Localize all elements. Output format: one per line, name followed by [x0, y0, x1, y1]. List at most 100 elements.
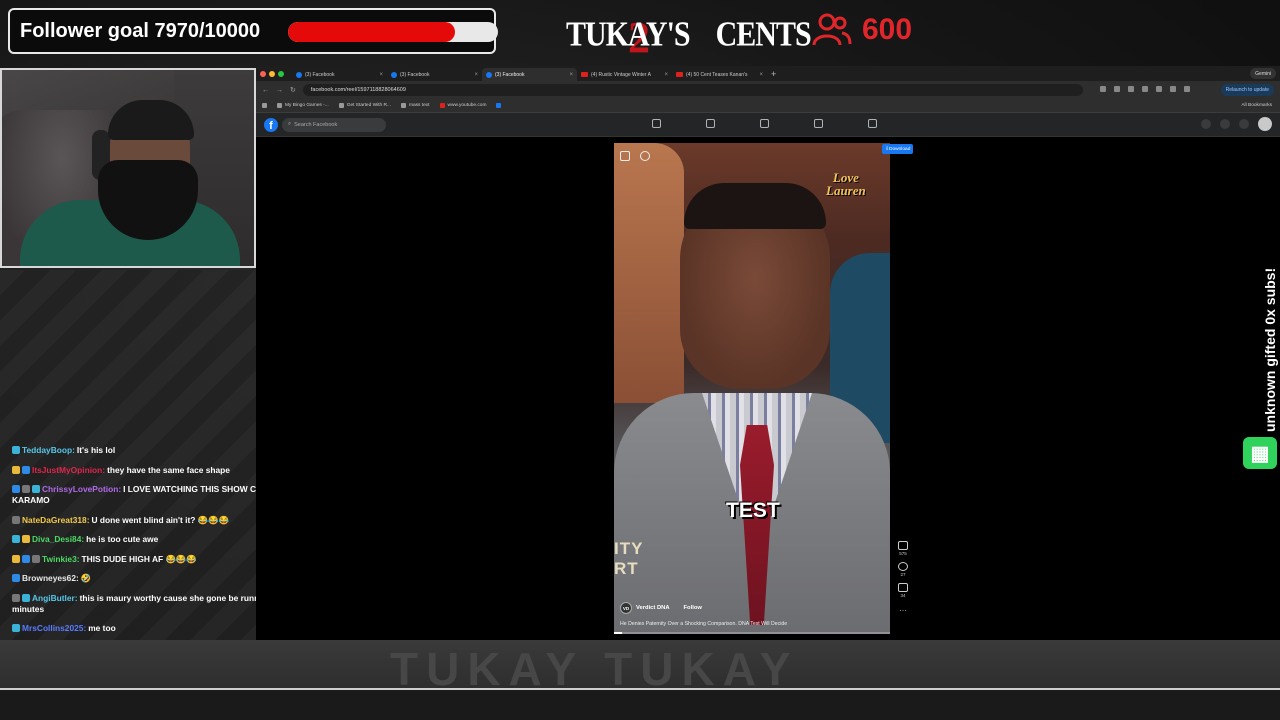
like-icon	[898, 541, 908, 550]
bookmark-item[interactable]: mass text	[400, 103, 430, 108]
download-label: Download	[889, 146, 911, 152]
reload-icon[interactable]: ↻	[290, 86, 296, 94]
video-icon[interactable]	[706, 119, 715, 128]
extension-icon[interactable]	[1156, 86, 1162, 92]
browser-tab[interactable]: (3) Facebook ×	[387, 68, 482, 81]
bookmark-item[interactable]: www.youtube.com	[439, 103, 486, 108]
bookmark-item[interactable]: My Bingo Games -...	[277, 103, 329, 108]
chat-username[interactable]: ItsJustMyOpinion:	[32, 465, 105, 475]
gemini-button[interactable]: Gemini	[1250, 68, 1276, 79]
close-tab-icon[interactable]: ×	[474, 72, 478, 78]
reel-video-player[interactable]: Love Lauren ITY RT TEST VD Verdict DNA F…	[614, 143, 890, 634]
download-button[interactable]: ⇩ Download	[882, 144, 914, 154]
chat-badge-icon	[12, 465, 20, 474]
maximize-window-button[interactable]	[278, 70, 284, 77]
like-action[interactable]: 575	[898, 541, 908, 556]
facebook-nav	[652, 119, 877, 128]
reel-progress-fill	[614, 632, 623, 634]
browser-tab[interactable]: (3) Facebook ×	[482, 68, 577, 81]
bookmark-item[interactable]: Get Started With R...	[338, 103, 391, 108]
profile-icon[interactable]	[1184, 86, 1190, 92]
chat-username[interactable]: Browneyes62:	[22, 573, 79, 583]
close-tab-icon[interactable]: ×	[759, 72, 763, 78]
bookmark-label: Get Started With R...	[346, 103, 391, 108]
forward-icon[interactable]: →	[276, 87, 283, 94]
extension-icon[interactable]	[1142, 86, 1148, 92]
chat-username[interactable]: NateDaGreat318:	[22, 515, 90, 525]
author-avatar[interactable]: VD	[620, 602, 632, 614]
chat-text: 🤣	[80, 573, 92, 583]
chat-username[interactable]: ChrissyLovePotion:	[42, 484, 121, 494]
chat-username[interactable]: AngiButler:	[32, 593, 78, 603]
profile-avatar[interactable]	[1258, 117, 1272, 131]
reel-caption: TEST	[726, 499, 780, 522]
gift-sub-text: unknown gifted 0x subs!	[1262, 267, 1278, 432]
gemini-label: Gemini	[1255, 70, 1271, 77]
ads-icon[interactable]	[814, 119, 823, 128]
facebook-favicon-icon	[296, 71, 302, 78]
bookmark-favicon-icon	[400, 103, 406, 108]
chat-username[interactable]: MrsCollins2025:	[22, 623, 86, 633]
minimize-window-button[interactable]	[269, 70, 275, 77]
chat-badge-icon	[12, 446, 20, 454]
notifications-icon[interactable]	[1239, 119, 1249, 129]
facebook-favicon-icon	[486, 71, 492, 78]
extension-icon[interactable]	[1128, 86, 1134, 92]
new-tab-button[interactable]: +	[771, 69, 776, 79]
extension-icon[interactable]	[1100, 86, 1106, 92]
reel-background-text: ITY RT	[614, 539, 643, 579]
viewer-count-widget: 600	[812, 12, 912, 48]
comment-icon	[898, 562, 908, 571]
close-tab-icon[interactable]: ×	[379, 72, 383, 78]
follower-goal-progress-fill	[288, 22, 456, 42]
chat-text: they have the same face shape	[107, 464, 230, 475]
follow-button[interactable]: Follow	[684, 605, 702, 611]
relaunch-button[interactable]: Relaunch to update	[1220, 84, 1274, 96]
chat-badge-icon	[12, 515, 20, 524]
reel-progress-bar[interactable]	[614, 632, 890, 634]
messenger-icon[interactable]	[1220, 119, 1230, 129]
apps-icon[interactable]	[262, 103, 267, 108]
chat-username[interactable]: Diva_Desi84:	[32, 534, 84, 544]
menu-grid-icon[interactable]	[1201, 119, 1211, 129]
comment-action[interactable]: 27	[898, 562, 908, 577]
bookmark-item[interactable]	[496, 103, 504, 108]
chat-text: THIS DUDE HIGH AF 😂😂😂	[81, 553, 197, 564]
browser-tab[interactable]: (4) Rustic Vintage Winter A ×	[577, 68, 672, 81]
browser-tab[interactable]: (4) 50 Cent Teases Kanan's ×	[672, 68, 767, 81]
back-icon[interactable]: ←	[262, 87, 269, 94]
facebook-search-input[interactable]: ⌕ Search Facebook	[282, 117, 386, 132]
gaming-icon[interactable]	[868, 119, 877, 128]
all-bookmarks-button[interactable]: All Bookmarks	[1241, 103, 1272, 108]
chat-username[interactable]: TeddayBoop:	[22, 445, 75, 455]
chat-badge-icon	[22, 465, 30, 474]
volume-icon[interactable]	[640, 151, 650, 161]
close-tab-icon[interactable]: ×	[569, 72, 573, 78]
author-name[interactable]: Verdict DNA	[636, 605, 670, 611]
browser-tab[interactable]: (3) Facebook ×	[292, 68, 387, 81]
relaunch-label: Relaunch to update	[1225, 87, 1269, 93]
facebook-account-controls	[1201, 117, 1272, 131]
close-window-button[interactable]	[260, 70, 266, 77]
bookmark-star-icon[interactable]	[1114, 86, 1120, 92]
extension-icons	[1100, 86, 1190, 92]
close-tab-icon[interactable]: ×	[664, 72, 668, 78]
chat-badge-icon	[22, 554, 30, 563]
facebook-logo-icon[interactable]: f	[264, 117, 278, 132]
marketplace-icon[interactable]	[760, 119, 769, 128]
reel-actions: 575 27 34 ···	[898, 541, 908, 615]
chat-username[interactable]: Twinkie3:	[42, 554, 80, 564]
extension-icon[interactable]	[1170, 86, 1176, 92]
fragment-line2: RT	[614, 559, 639, 578]
pause-icon[interactable]	[620, 151, 630, 161]
url-input[interactable]: facebook.com/reel/1597118828064609	[302, 84, 1083, 96]
home-icon[interactable]	[652, 119, 661, 128]
chat-badge-icon	[12, 485, 20, 493]
follower-goal-progress-bar	[288, 22, 498, 42]
reel-author: VD Verdict DNA Follow	[620, 602, 702, 614]
search-icon: ⌕	[288, 121, 292, 127]
more-options-icon[interactable]: ···	[899, 607, 907, 615]
chat-badge-icon	[12, 554, 20, 563]
share-action[interactable]: 34	[898, 583, 908, 598]
youtube-favicon-icon	[581, 72, 588, 77]
